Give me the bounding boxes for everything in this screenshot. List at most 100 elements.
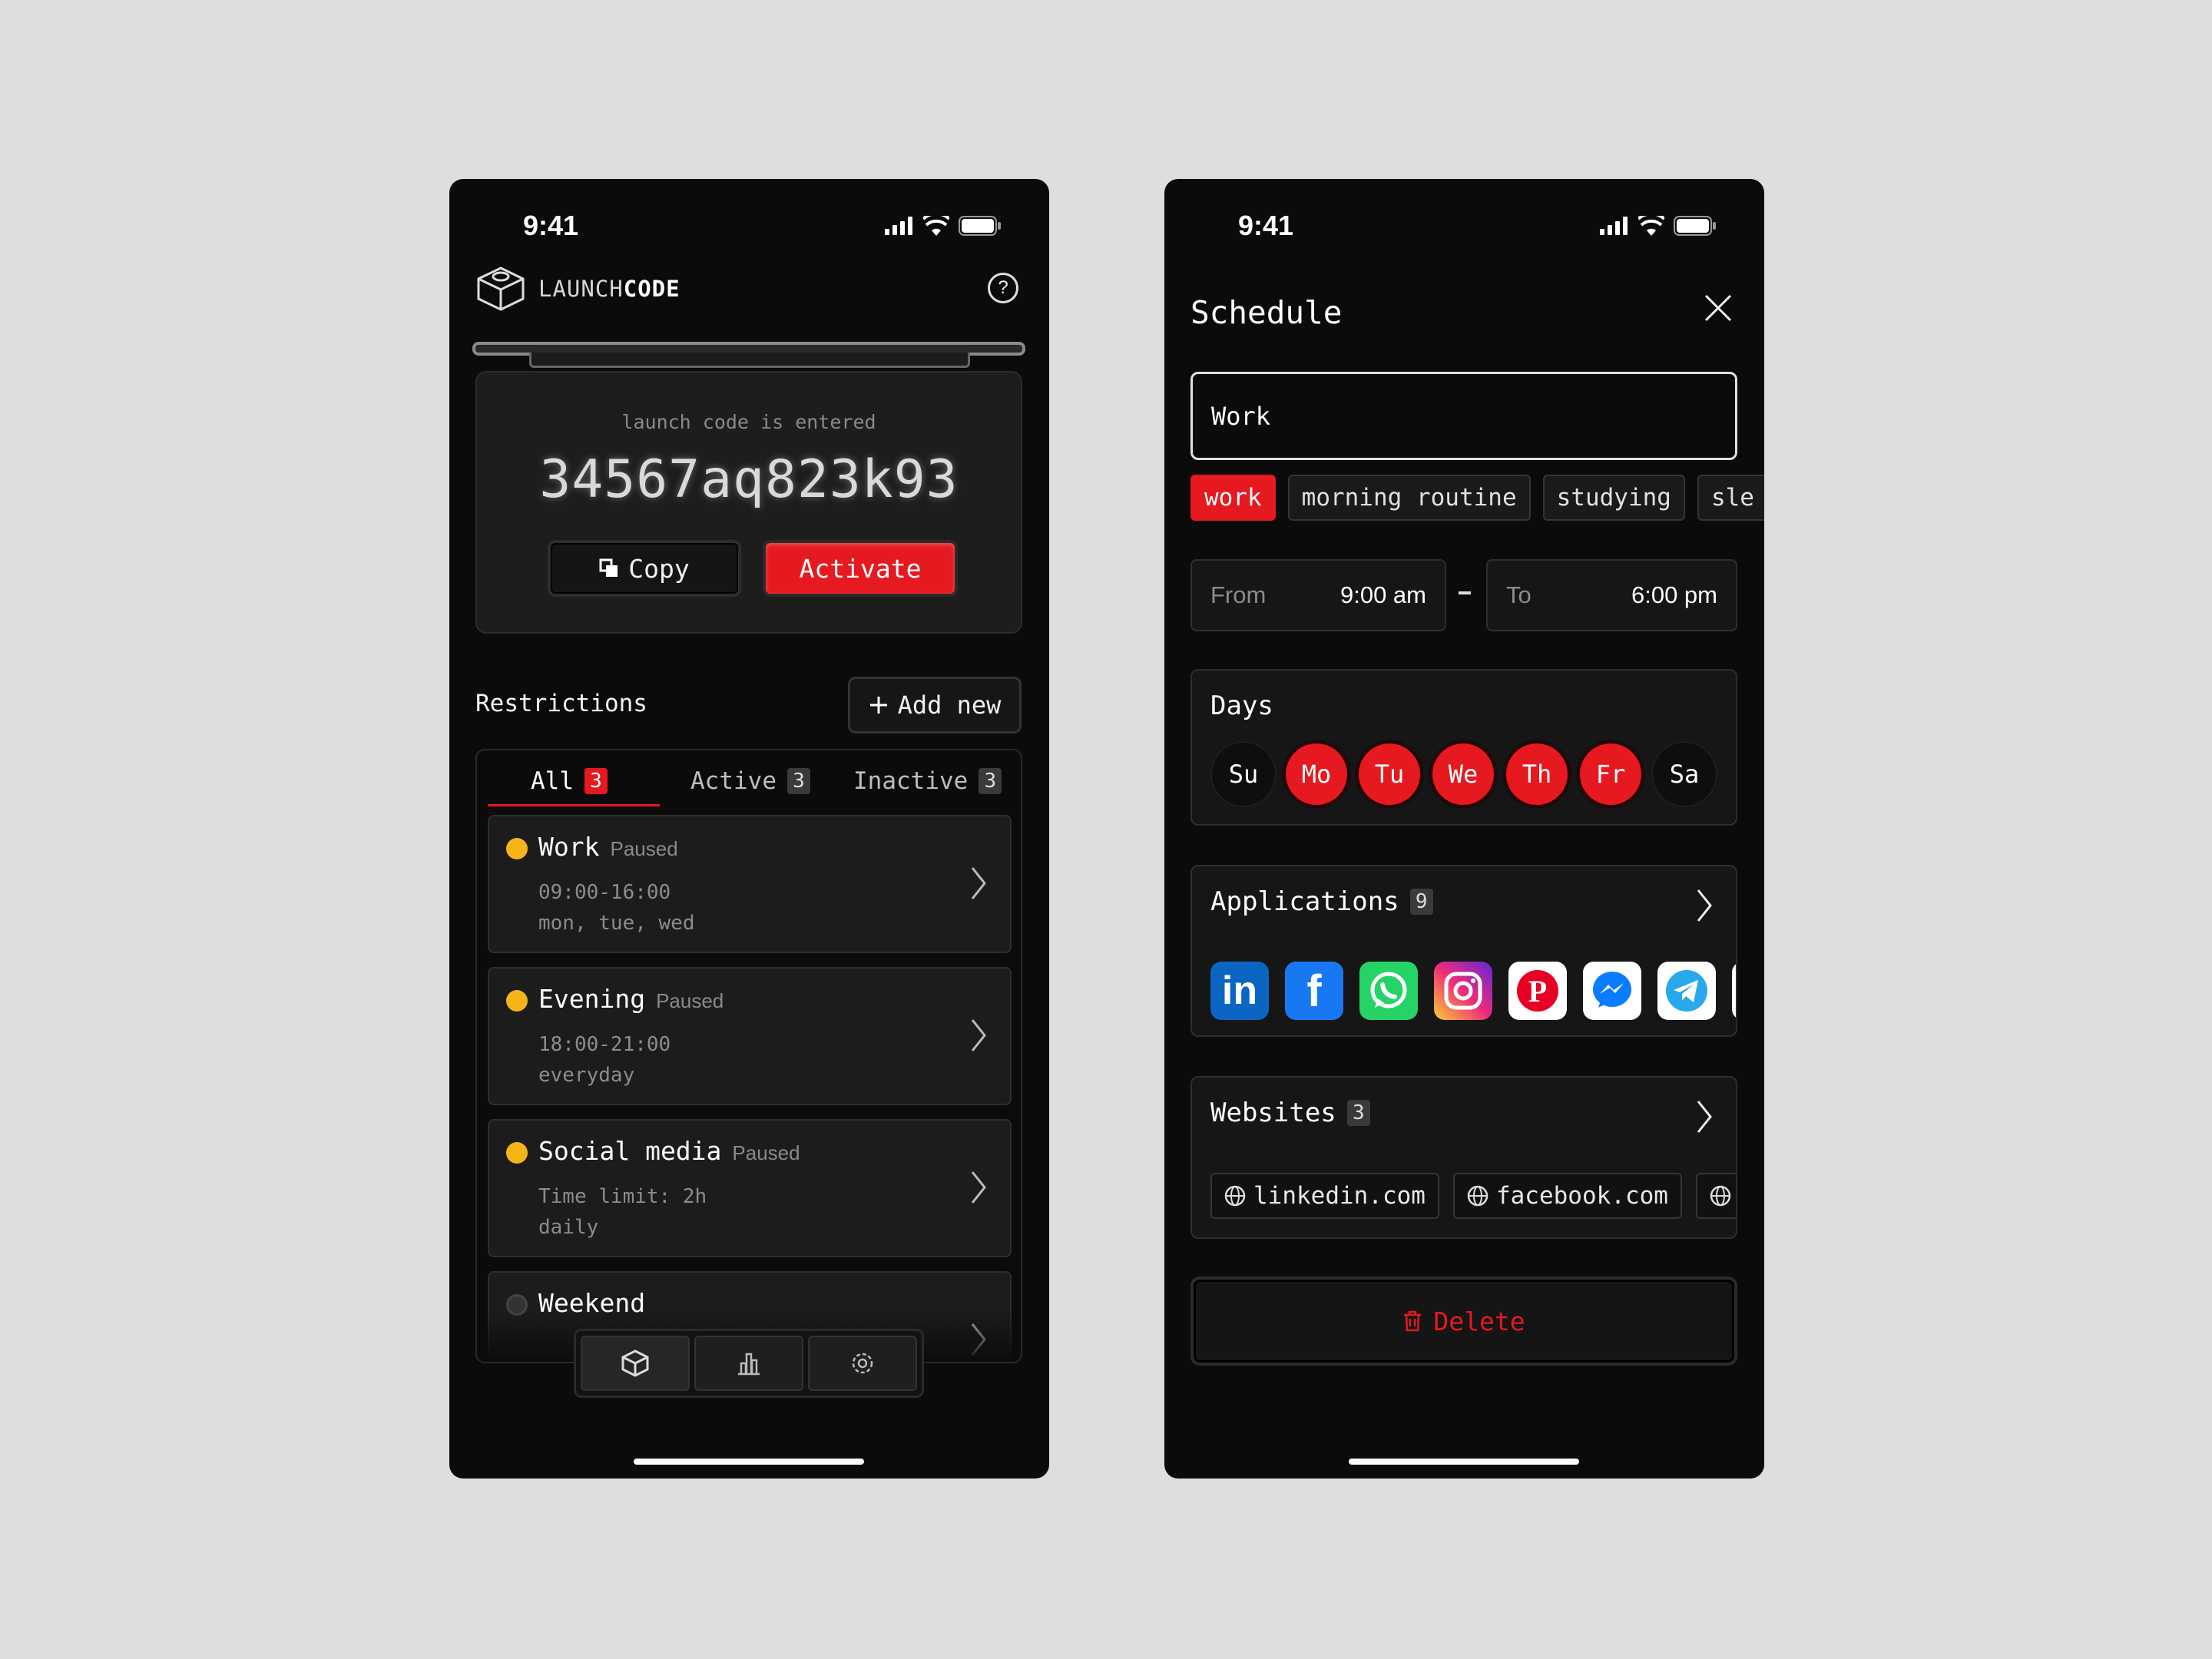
- website-label: facebook.com: [1495, 1182, 1668, 1210]
- trash-icon: [1404, 1310, 1422, 1332]
- pinterest-icon: P: [1508, 962, 1567, 1020]
- brand-name: LAUNCHCODE: [538, 276, 680, 302]
- tag-sleep[interactable]: sle: [1697, 475, 1764, 521]
- close-icon[interactable]: [1703, 293, 1734, 323]
- tab-underline: [488, 804, 660, 806]
- schedule-screen: 9:41 Schedule work morning routine study…: [1164, 179, 1764, 1479]
- to-time-field[interactable]: To 6:00 pm: [1486, 559, 1737, 631]
- code-value: 34567aq823k93: [539, 449, 959, 510]
- days-panel: Days Su Mo Tu We Th Fr Sa: [1190, 669, 1737, 826]
- globe-icon: [1224, 1185, 1246, 1207]
- day-saturday[interactable]: Sa: [1651, 741, 1717, 807]
- status-time: 9:41: [1238, 210, 1294, 241]
- linkedin-icon: in: [1210, 962, 1269, 1020]
- day-sunday[interactable]: Su: [1210, 741, 1277, 807]
- add-new-button[interactable]: Add new: [848, 677, 1022, 733]
- applications-title: Applications 9: [1210, 886, 1433, 917]
- restrictions-title: Restrictions: [475, 690, 647, 717]
- item-schedule: Time limit: 2h: [538, 1185, 707, 1208]
- copy-icon: [599, 558, 618, 577]
- activate-button[interactable]: Activate: [763, 540, 958, 597]
- instagram-icon: [1434, 962, 1492, 1020]
- code-slot-inner: [529, 353, 970, 368]
- facebook-icon: f: [1285, 962, 1343, 1020]
- signal-icon: [885, 217, 912, 235]
- tag-morning-routine[interactable]: morning routine: [1287, 475, 1531, 521]
- websites-count: 3: [1346, 1100, 1370, 1126]
- from-time-field[interactable]: From 9:00 am: [1190, 559, 1446, 631]
- chevron-right-icon: [1697, 889, 1712, 922]
- tab-inactive[interactable]: Inactive 3: [853, 767, 1002, 795]
- home-indicator: [1349, 1459, 1579, 1465]
- battery-icon: [1674, 216, 1716, 236]
- website-chip[interactable]: facebook.com: [1452, 1173, 1682, 1219]
- item-status: Paused: [732, 1141, 800, 1164]
- day-thursday[interactable]: Th: [1504, 741, 1570, 807]
- code-caption: launch code is entered: [621, 411, 876, 433]
- messenger-icon: [1583, 962, 1641, 1020]
- launch-code-screen: 9:41 LAUNCHCODE ? launch code is entered…: [449, 179, 1049, 1479]
- chevron-right-icon: [971, 1171, 986, 1204]
- chevron-right-icon: [971, 1019, 986, 1051]
- item-name: Social media: [538, 1136, 722, 1166]
- tab-launch[interactable]: [581, 1336, 690, 1391]
- restriction-item-social-media[interactable]: Social media Paused Time limit: 2h daily: [488, 1119, 1012, 1257]
- website-label: linkedin.com: [1253, 1182, 1426, 1210]
- signal-icon: [1600, 217, 1628, 235]
- globe-icon: [1710, 1185, 1731, 1207]
- stats-icon: [738, 1353, 760, 1376]
- tab-stats[interactable]: [694, 1336, 803, 1391]
- tab-all[interactable]: All 3: [531, 767, 608, 795]
- tag-studying[interactable]: studying: [1542, 475, 1685, 521]
- status-icons: [885, 216, 1002, 236]
- application-icons: in f P: [1210, 962, 1736, 1020]
- chevron-right-icon: [1697, 1101, 1712, 1133]
- day-monday[interactable]: Mo: [1283, 741, 1349, 807]
- item-days: daily: [538, 1216, 599, 1239]
- status-dot: [506, 838, 528, 859]
- to-value: 6:00 pm: [1631, 581, 1717, 608]
- website-chips: linkedin.com facebook.com: [1210, 1173, 1736, 1219]
- websites-panel[interactable]: Websites 3 linkedin.com facebook.com: [1190, 1076, 1737, 1239]
- tab-active[interactable]: Active 3: [690, 767, 810, 795]
- item-days: everyday: [538, 1064, 635, 1087]
- status-time: 9:41: [523, 210, 579, 241]
- activate-label: Activate: [799, 553, 922, 584]
- item-name: Work: [538, 832, 600, 862]
- globe-icon: [1467, 1185, 1488, 1207]
- to-label: To: [1506, 581, 1532, 608]
- wifi-icon: [1638, 216, 1664, 236]
- partial-app-icon: [1732, 962, 1736, 1020]
- help-icon[interactable]: ?: [988, 273, 1018, 303]
- day-friday[interactable]: Fr: [1578, 741, 1644, 807]
- time-separator: [1459, 591, 1471, 594]
- applications-panel[interactable]: Applications 9 in f P: [1190, 865, 1737, 1037]
- restriction-item-work[interactable]: Work Paused 09:00-16:00 mon, tue, wed: [488, 815, 1012, 953]
- copy-button[interactable]: Copy: [548, 540, 741, 597]
- days-title: Days: [1210, 690, 1273, 721]
- schedule-name-input[interactable]: [1190, 372, 1737, 460]
- plus-icon: [869, 697, 887, 714]
- cube-logo-icon: [477, 267, 525, 311]
- day-wednesday[interactable]: We: [1430, 741, 1496, 807]
- tag-work[interactable]: work: [1190, 475, 1276, 521]
- item-status: Paused: [656, 989, 724, 1012]
- restriction-item-evening[interactable]: Evening Paused 18:00-21:00 everyday: [488, 967, 1012, 1105]
- whatsapp-icon: [1359, 962, 1418, 1020]
- delete-button[interactable]: Delete: [1190, 1277, 1737, 1366]
- from-value: 9:00 am: [1339, 581, 1426, 608]
- applications-count: 9: [1409, 889, 1433, 915]
- website-chip[interactable]: linkedin.com: [1210, 1173, 1439, 1219]
- day-tuesday[interactable]: Tu: [1356, 741, 1422, 807]
- battery-icon: [959, 216, 1001, 236]
- restrictions-list: All 3 Active 3 Inactive 3 Work Paused 09:00-…: [475, 749, 1022, 1363]
- tag-list: work morning routine studying sle: [1190, 475, 1764, 521]
- copy-label: Copy: [628, 553, 690, 584]
- tab-inactive-count: 3: [979, 768, 1002, 794]
- tab-settings[interactable]: [808, 1336, 917, 1391]
- website-chip[interactable]: [1695, 1173, 1736, 1219]
- delete-label: Delete: [1433, 1306, 1525, 1336]
- item-schedule: 18:00-21:00: [538, 1033, 671, 1056]
- item-name: Evening: [538, 984, 646, 1014]
- status-dot: [506, 1142, 528, 1164]
